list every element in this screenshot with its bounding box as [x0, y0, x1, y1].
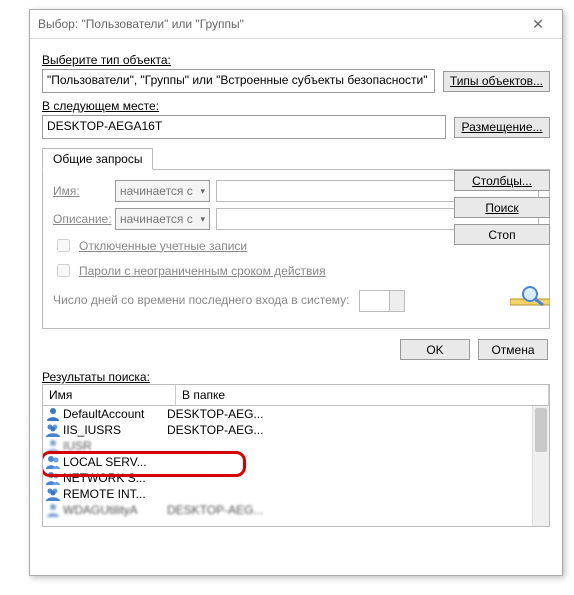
location-label: В следующем месте:: [42, 99, 550, 113]
days-spin-input[interactable]: [359, 290, 405, 312]
checkbox-input: [57, 239, 70, 252]
name-starts-with-select[interactable]: начинается с▾: [115, 180, 210, 202]
list-item[interactable]: DefaultAccountDESKTOP-AEG...: [43, 406, 549, 422]
titlebar[interactable]: Выбор: "Пользователи" или "Группы" ✕: [30, 10, 562, 39]
close-icon[interactable]: ✕: [518, 10, 558, 38]
columns-button[interactable]: Столбцы...: [454, 170, 550, 191]
desc-starts-with-select[interactable]: начинается с▾: [115, 208, 210, 230]
principal-icon: [45, 503, 61, 517]
list-item[interactable]: NETWORK S...: [43, 470, 549, 486]
list-item[interactable]: IIS_IUSRSDESKTOP-AEG...: [43, 422, 549, 438]
find-now-button[interactable]: Поиск: [454, 197, 550, 218]
list-item-name: LOCAL SERV...: [63, 455, 167, 469]
location-field: DESKTOP-AEGA16T: [42, 115, 446, 139]
tab-common-queries[interactable]: Общие запросы: [42, 148, 153, 170]
principal-icon: [45, 455, 61, 469]
list-item-folder: DESKTOP-AEG...: [167, 503, 263, 517]
object-types-button[interactable]: Типы объектов...: [443, 71, 550, 92]
checkbox-input: [57, 264, 70, 277]
list-item-folder: DESKTOP-AEG...: [167, 407, 263, 421]
results-label: Результаты поиска:: [42, 370, 550, 384]
results-header[interactable]: Имя В папке: [42, 384, 550, 406]
scrollbar-thumb[interactable]: [535, 408, 547, 452]
list-item[interactable]: REMOTE INT...: [43, 486, 549, 502]
description-label: Описание:: [53, 212, 109, 226]
principal-icon: [45, 471, 61, 485]
locations-button[interactable]: Размещение...: [454, 117, 550, 138]
list-item[interactable]: WDAGUtilityADESKTOP-AEG...: [43, 502, 549, 518]
column-name[interactable]: Имя: [43, 385, 176, 405]
ok-button[interactable]: OK: [400, 339, 470, 360]
principal-icon: [45, 487, 61, 501]
cancel-button[interactable]: Отмена: [478, 339, 548, 360]
list-item-name: IUSR: [63, 439, 167, 453]
list-item-folder: DESKTOP-AEG...: [167, 423, 263, 437]
chevron-down-icon: ▾: [200, 186, 205, 197]
principal-icon: [45, 423, 61, 437]
list-item-name: DefaultAccount: [63, 407, 167, 421]
list-item-name: WDAGUtilityA: [63, 503, 167, 517]
object-type-field: "Пользователи", "Группы" или "Встроенные…: [42, 69, 435, 93]
chevron-down-icon: ▾: [200, 214, 205, 225]
object-type-label: Выберите тип объекта:: [42, 53, 550, 67]
window-title: Выбор: "Пользователи" или "Группы": [38, 17, 244, 31]
principal-icon: [45, 407, 61, 421]
name-label: Имя:: [53, 184, 109, 198]
column-folder[interactable]: В папке: [176, 385, 549, 405]
dialog-select-users-groups: Выбор: "Пользователи" или "Группы" ✕ Выб…: [29, 9, 563, 576]
list-item[interactable]: IUSR: [43, 438, 549, 454]
list-item[interactable]: LOCAL SERV...: [43, 454, 549, 470]
list-item-name: REMOTE INT...: [63, 487, 167, 501]
principal-icon: [45, 439, 61, 453]
results-list[interactable]: DefaultAccountDESKTOP-AEG...IIS_IUSRSDES…: [42, 406, 550, 527]
search-icon: [510, 285, 550, 307]
scrollbar[interactable]: [532, 406, 549, 526]
stop-button[interactable]: Стоп: [454, 224, 550, 245]
list-item-name: IIS_IUSRS: [63, 423, 167, 437]
list-item-name: NETWORK S...: [63, 471, 167, 485]
